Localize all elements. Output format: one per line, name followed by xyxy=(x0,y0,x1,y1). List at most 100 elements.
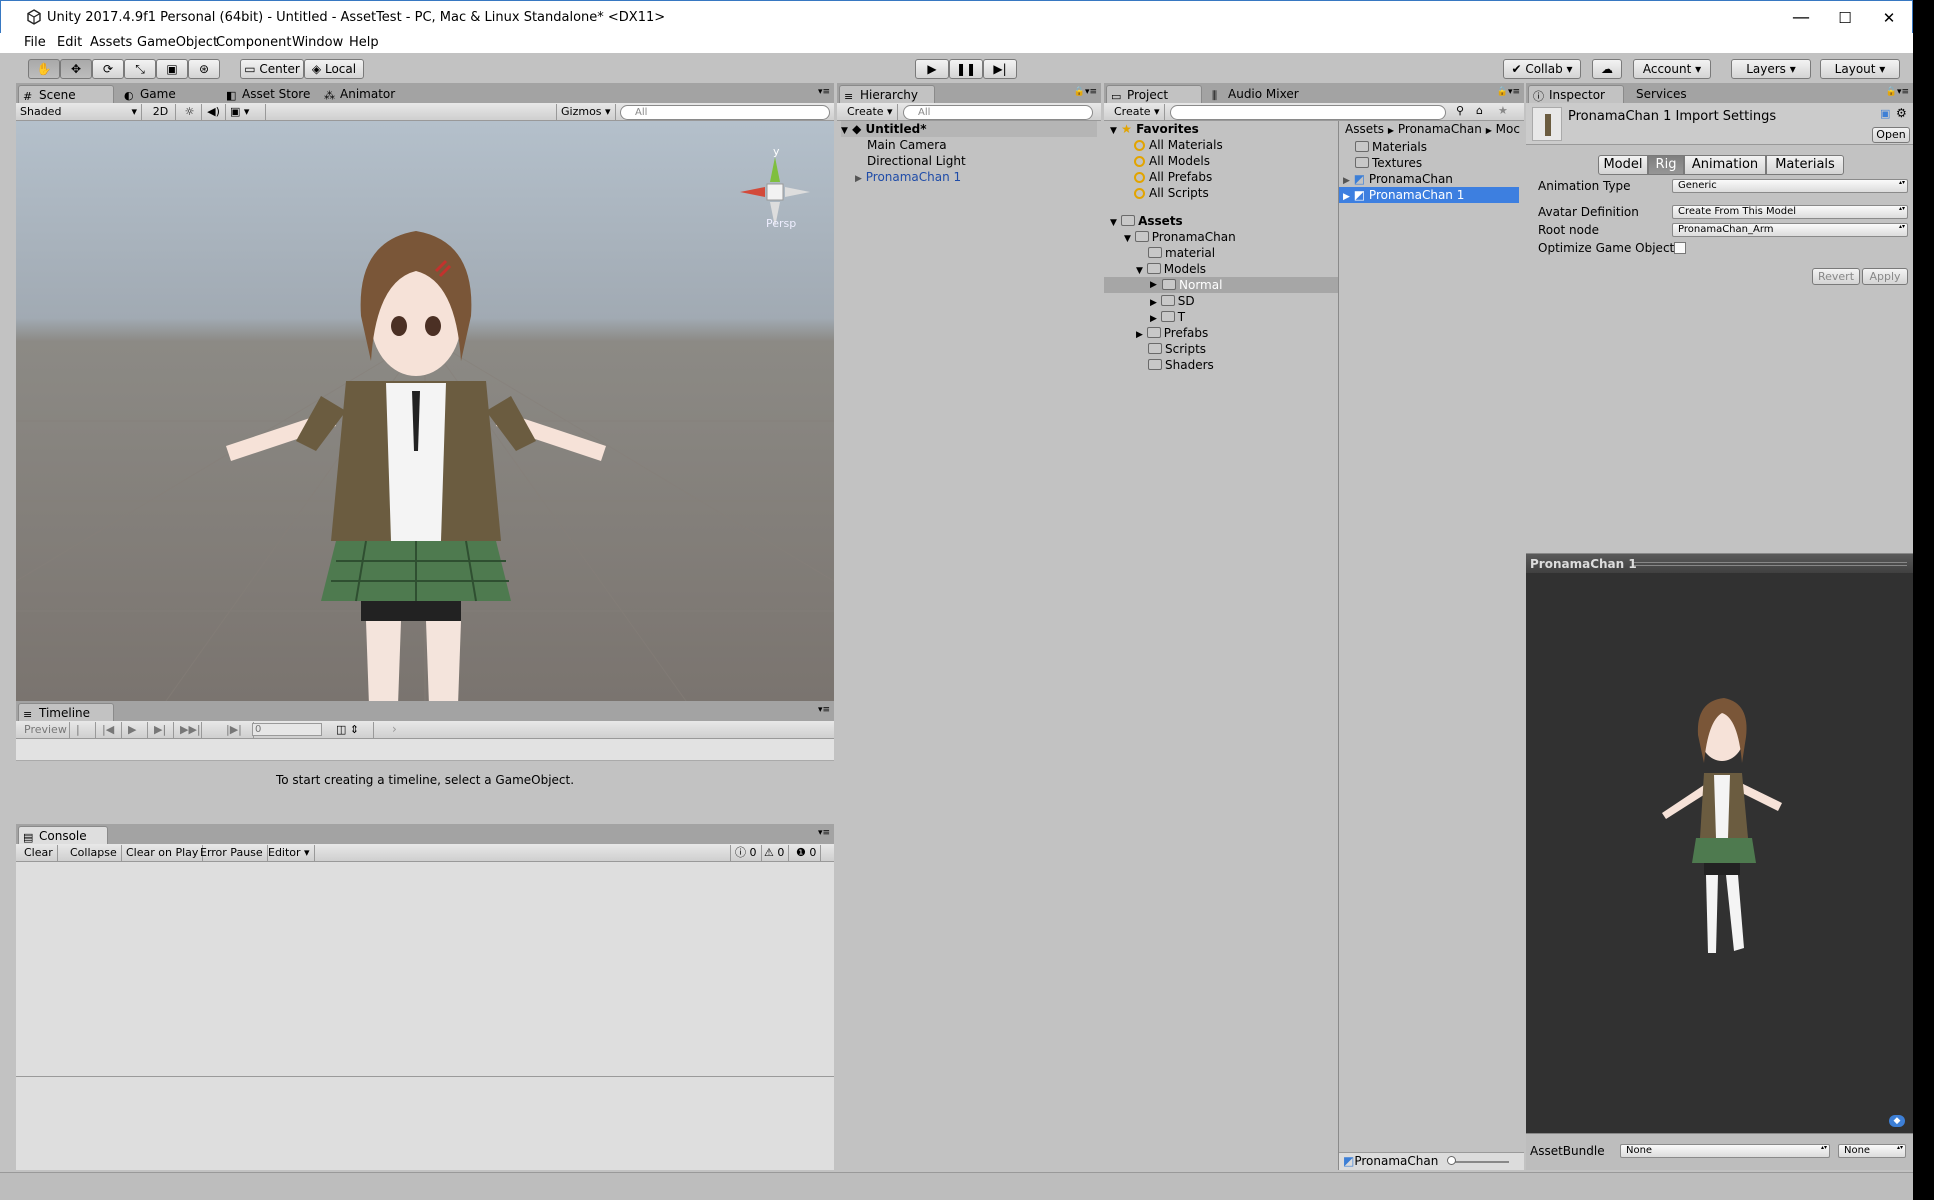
favorite-all-prefabs[interactable]: All Prefabs xyxy=(1134,169,1212,185)
menu-assets[interactable]: Assets xyxy=(90,35,132,50)
next-frame-button[interactable]: ▶| xyxy=(150,722,174,738)
folder-prefabs[interactable]: ▶ Prefabs xyxy=(1136,325,1208,341)
console-divider[interactable] xyxy=(16,1076,834,1077)
tab-console[interactable]: ▤ Console xyxy=(18,826,108,844)
assetbundle-variant-dropdown[interactable]: None xyxy=(1838,1144,1906,1158)
frame-input[interactable]: 0 xyxy=(252,723,322,736)
console-clear-on-play-button[interactable]: Clear on Play xyxy=(122,845,204,861)
folder-shaders[interactable]: Shaders xyxy=(1148,357,1214,373)
tab-timeline[interactable]: ≡ Timeline xyxy=(18,703,114,721)
pivot-local-button[interactable]: ◈ Local xyxy=(304,59,364,79)
hand-tool-button[interactable]: ✋ xyxy=(28,59,60,79)
close-button[interactable]: ✕ xyxy=(1867,5,1911,31)
hierarchy-item-pronamachan-1[interactable]: ▶ PronamaChan 1 xyxy=(855,169,961,185)
hierarchy-search-input[interactable]: All xyxy=(903,105,1093,120)
menu-gameobject[interactable]: GameObject xyxy=(137,35,218,50)
file-textures[interactable]: Textures xyxy=(1355,155,1422,171)
breadcrumb-pronamachan[interactable]: PronamaChan xyxy=(1398,122,1482,136)
menu-help[interactable]: Help xyxy=(349,35,379,50)
menu-file[interactable]: File xyxy=(24,35,46,50)
favorite-all-materials[interactable]: All Materials xyxy=(1134,137,1223,153)
assetbundle-dropdown[interactable]: None xyxy=(1620,1144,1830,1158)
effects-dropdown[interactable]: ▣ ▾ xyxy=(226,104,266,120)
hierarchy-create-dropdown[interactable]: Create ▾ xyxy=(843,104,898,120)
timeline-view-dropdown[interactable]: ◫ ⇕ xyxy=(332,722,374,738)
console-error-toggle[interactable]: ❶ 0 xyxy=(792,845,822,861)
breadcrumb-models[interactable]: Moc xyxy=(1496,122,1520,136)
tab-services[interactable]: Services xyxy=(1616,85,1696,103)
gizmos-dropdown[interactable]: Gizmos ▾ xyxy=(556,104,616,120)
help-book-icon[interactable]: ▣ xyxy=(1880,107,1890,120)
tab-hierarchy[interactable]: ≡ Hierarchy xyxy=(839,85,935,103)
favorite-all-scripts[interactable]: All Scripts xyxy=(1134,185,1209,201)
rotate-tool-button[interactable]: ⟳ xyxy=(92,59,124,79)
minimize-button[interactable]: — xyxy=(1779,5,1823,31)
folder-t[interactable]: ▶ T xyxy=(1150,309,1185,325)
animation-type-dropdown[interactable]: Generic xyxy=(1672,179,1908,193)
project-menu-icon[interactable]: 🔒▾≡ xyxy=(1497,87,1520,97)
file-materials[interactable]: Materials xyxy=(1355,139,1427,155)
tab-model[interactable]: Model xyxy=(1598,155,1648,175)
transform-tool-button[interactable]: ⊛ xyxy=(188,59,220,79)
rect-tool-button[interactable]: ▣ xyxy=(156,59,188,79)
project-search-input[interactable] xyxy=(1170,105,1446,120)
tab-inspector[interactable]: ⓘ Inspector xyxy=(1528,85,1624,103)
icon-size-slider[interactable] xyxy=(1449,1161,1509,1163)
layout-dropdown[interactable]: Layout ▾ xyxy=(1820,59,1900,79)
preview-header[interactable]: PronamaChan 1 xyxy=(1526,553,1913,573)
last-frame-button[interactable]: ▶▶| xyxy=(176,722,202,738)
account-dropdown[interactable]: Account ▾ xyxy=(1633,59,1711,79)
console-menu-icon[interactable]: ▾≡ xyxy=(818,828,830,838)
tab-audio-mixer[interactable]: ⫼ Audio Mixer xyxy=(1208,85,1308,103)
menu-edit[interactable]: Edit xyxy=(57,35,82,50)
pause-button[interactable]: ❚❚ xyxy=(949,59,983,79)
tab-animator[interactable]: ⁂ Animator xyxy=(320,85,420,103)
breadcrumb-assets[interactable]: Assets xyxy=(1345,122,1384,136)
cloud-button[interactable]: ☁ xyxy=(1592,59,1622,79)
tab-animation[interactable]: Animation xyxy=(1684,155,1766,175)
preview-viewport[interactable]: ◆ xyxy=(1526,573,1913,1133)
console-info-toggle[interactable]: ⓘ 0 xyxy=(730,845,762,861)
folder-scripts[interactable]: Scripts xyxy=(1148,341,1206,357)
timeline-menu-icon[interactable]: ▾≡ xyxy=(818,705,830,715)
folder-pronamachan[interactable]: ▼ PronamaChan xyxy=(1124,229,1236,245)
file-pronamachan[interactable]: ▶ ◩ PronamaChan xyxy=(1343,171,1453,187)
scale-tool-button[interactable]: ⤡ xyxy=(124,59,156,79)
favorites-row[interactable]: ▼ ★ Favorites xyxy=(1110,121,1199,137)
icon-size-slider-thumb[interactable] xyxy=(1447,1156,1456,1165)
label-tag-icon[interactable]: ◆ xyxy=(1889,1115,1905,1127)
star-icon[interactable]: ★ xyxy=(1498,104,1508,117)
timeline-play-button[interactable]: ▶ xyxy=(124,722,148,738)
file-pronamachan-1[interactable]: ▶ ◩ PronamaChan 1 xyxy=(1339,187,1519,203)
search-by-label-icon[interactable]: ⌂ xyxy=(1476,104,1483,117)
hierarchy-item-directional-light[interactable]: Directional Light xyxy=(867,153,966,169)
pivot-center-button[interactable]: ▭ Center xyxy=(240,59,304,79)
inspector-menu-icon[interactable]: 🔒▾≡ xyxy=(1886,87,1909,97)
settings-gear-icon[interactable]: ⚙ xyxy=(1896,106,1907,120)
menu-window[interactable]: Window xyxy=(292,35,343,50)
tab-scene[interactable]: # Scene xyxy=(18,85,114,103)
console-clear-button[interactable]: Clear xyxy=(20,845,58,861)
maximize-button[interactable]: ☐ xyxy=(1823,5,1867,31)
preview-button[interactable]: Preview xyxy=(20,722,70,738)
scene-search-input[interactable]: All xyxy=(620,105,830,120)
scene-root-row[interactable]: ▼ ◆ Untitled* xyxy=(841,121,1097,137)
tab-asset-store[interactable]: ◧ Asset Store xyxy=(222,85,322,103)
hierarchy-item-main-camera[interactable]: Main Camera xyxy=(867,137,947,153)
step-button[interactable]: ▶| xyxy=(983,59,1017,79)
optimize-game-objects-checkbox[interactable] xyxy=(1674,242,1686,254)
scene-viewport[interactable]: y Persp xyxy=(16,121,834,701)
console-collapse-button[interactable]: Collapse xyxy=(66,845,122,861)
play-button[interactable]: ▶ xyxy=(915,59,949,79)
play-range-button[interactable]: |▶| xyxy=(222,722,254,738)
folder-models[interactable]: ▼ Models xyxy=(1136,261,1206,277)
console-error-pause-button[interactable]: Error Pause xyxy=(196,845,268,861)
audio-toggle[interactable]: ◀) xyxy=(202,104,226,120)
folder-sd[interactable]: ▶ SD xyxy=(1150,293,1195,309)
folder-normal[interactable]: ▶ Normal xyxy=(1104,277,1338,293)
move-tool-button[interactable]: ✥ xyxy=(60,59,92,79)
first-frame-button[interactable]: |◀◀ xyxy=(72,722,96,751)
tab-project[interactable]: ▭ Project xyxy=(1106,85,1202,103)
collab-button[interactable]: ✔ Collab ▾ xyxy=(1503,59,1581,79)
hierarchy-menu-icon[interactable]: 🔒▾≡ xyxy=(1074,87,1097,97)
